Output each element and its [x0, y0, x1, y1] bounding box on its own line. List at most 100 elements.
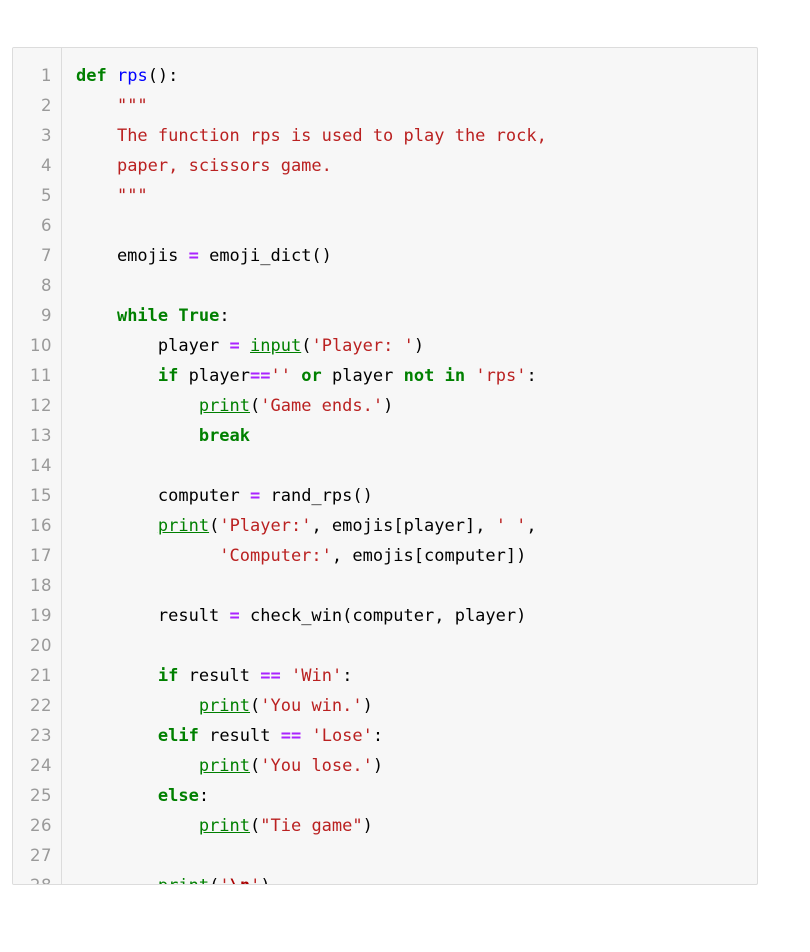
code-token: True: [178, 306, 220, 326]
code-token: 'rps': [475, 366, 527, 386]
code-token: print: [158, 876, 209, 884]
code-token: 'Win': [291, 666, 343, 686]
code-token: (: [209, 516, 220, 536]
code-token: in: [444, 366, 466, 386]
code-token: input: [250, 336, 302, 356]
code-token: rand_rps(): [260, 486, 373, 506]
code-line: """: [76, 181, 757, 211]
code-line: ​: [76, 211, 757, 241]
line-number: 1: [41, 66, 52, 85]
code-line: while True:: [76, 301, 757, 331]
code-token: result: [76, 606, 230, 626]
code-token: 'Player: ': [311, 336, 414, 356]
code-token: , emojis[computer]): [331, 546, 527, 566]
code-token: '': [270, 366, 291, 386]
line-number: 20: [30, 636, 52, 655]
code-line: ​: [76, 451, 757, 481]
code-token: ): [413, 336, 425, 356]
code-token: ): [260, 876, 270, 884]
code-line: break: [76, 421, 757, 451]
code-line: if result == 'Win':: [76, 661, 757, 691]
code-token: (: [250, 696, 261, 716]
code-token: or: [301, 366, 322, 386]
code-token: 'Game ends.': [260, 396, 384, 416]
code-token: , emojis[player],: [311, 516, 496, 536]
line-number: 5: [41, 186, 52, 205]
line-number: 13: [30, 426, 52, 445]
code-token: player: [178, 366, 251, 386]
code-token: computer: [76, 486, 250, 506]
code-line: The function rps is used to play the roc…: [76, 121, 757, 151]
code-line: print('\n'): [76, 871, 757, 884]
code-token: :: [526, 366, 537, 386]
code-token: result: [178, 666, 261, 686]
code-token: 'You win.': [260, 696, 363, 716]
code-line: """: [76, 91, 757, 121]
code-token: (: [250, 396, 261, 416]
code-line: 'Computer:', emojis[computer]): [76, 541, 757, 571]
code-token: paper, scissors game.: [116, 156, 332, 176]
code-token: ': [250, 876, 260, 884]
code-token: result: [198, 726, 281, 746]
code-token: if: [157, 366, 179, 386]
line-number: 27: [30, 846, 52, 865]
code-token: =: [188, 246, 199, 266]
code-token: :: [219, 306, 230, 326]
code-token: :: [342, 666, 353, 686]
code-line: elif result == 'Lose':: [76, 721, 757, 751]
code-token: (: [301, 336, 312, 356]
line-number: 24: [30, 756, 52, 775]
line-number: 14: [30, 456, 52, 475]
code-token: 'You lose.': [260, 756, 373, 776]
line-number: 11: [30, 366, 52, 385]
code-token: emoji_dict(): [198, 246, 332, 266]
code-token: The function rps is used to play the roc…: [116, 126, 547, 146]
code-token: \n: [230, 876, 250, 884]
line-number: 9: [41, 306, 52, 325]
code-token: (: [209, 876, 219, 884]
code-block: 1 2 3 4 5 6 7 8 9 10 11 12 13 14 15 16 17 18 19 20 21 22 23 24 2…: [12, 47, 758, 885]
line-number: 3: [41, 126, 52, 145]
line-number: 25: [30, 786, 52, 805]
line-number: 4: [41, 156, 52, 175]
line-number: 21: [30, 666, 52, 685]
code-token: :: [372, 726, 384, 746]
code-token: else: [157, 786, 199, 806]
code-token: (: [250, 816, 261, 836]
code-content[interactable]: def rps(): """ The function rps is used …: [62, 48, 757, 884]
code-line: emojis = emoji_dict(): [76, 241, 757, 271]
code-token: ,: [526, 516, 537, 536]
code-line: print('You win.'): [76, 691, 757, 721]
code-token: print: [198, 756, 251, 776]
line-number: 6: [41, 216, 52, 235]
code-token: ():: [147, 66, 179, 86]
code-line: def rps():: [76, 61, 757, 91]
code-token: =: [229, 336, 240, 356]
code-line: print('You lose.'): [76, 751, 757, 781]
line-number: 15: [30, 486, 52, 505]
line-number: 19: [30, 606, 52, 625]
line-number: 17: [30, 546, 52, 565]
line-number: 12: [30, 396, 52, 415]
code-line: ​: [76, 271, 757, 301]
page-root: 1 2 3 4 5 6 7 8 9 10 11 12 13 14 15 16 17 18 19 20 21 22 23 24 2…: [0, 0, 810, 952]
code-line: print('Game ends.'): [76, 391, 757, 421]
code-token: ): [372, 756, 384, 776]
code-token: check_win(computer, player): [239, 606, 527, 626]
code-line: if player=='' or player not in 'rps':: [76, 361, 757, 391]
line-number: 26: [30, 816, 52, 835]
code-line: player = input('Player: '): [76, 331, 757, 361]
